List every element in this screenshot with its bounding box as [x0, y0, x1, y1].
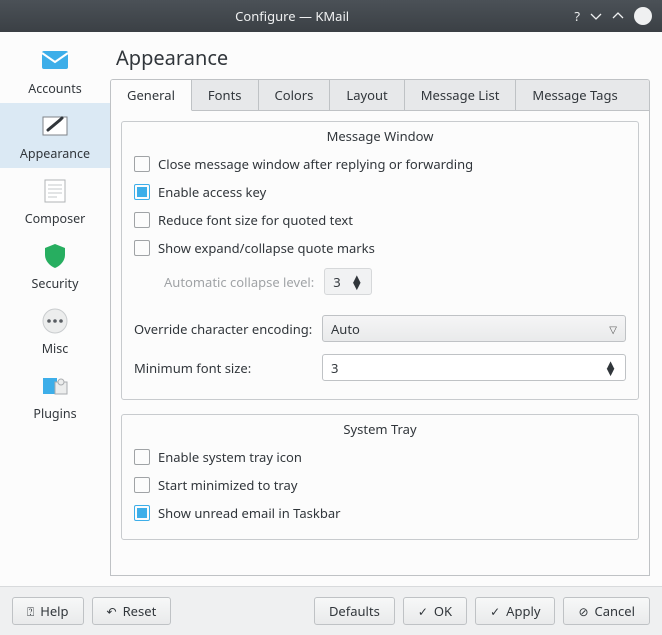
button-label: OK	[434, 602, 452, 620]
group-title: Message Window	[122, 127, 638, 145]
check-icon: ✓	[490, 603, 500, 620]
checkbox-label: Enable system tray icon	[158, 448, 302, 466]
help-icon: ⍰	[27, 603, 34, 620]
composer-icon	[38, 176, 72, 206]
sidebar-item-label: Accounts	[28, 80, 82, 97]
spinbox-value: 3	[331, 359, 338, 377]
undo-icon: ↶	[107, 603, 117, 620]
sidebar-item-label: Appearance	[20, 145, 90, 162]
button-label: Defaults	[329, 602, 380, 620]
button-label: Help	[40, 602, 68, 620]
checkbox[interactable]	[134, 449, 150, 465]
minimize-icon[interactable]	[590, 10, 602, 22]
checkbox-label: Close message window after replying or f…	[158, 155, 473, 173]
check-show-expand-collapse[interactable]: Show expand/collapse quote marks	[134, 234, 626, 262]
override-encoding-label: Override character encoding:	[134, 320, 314, 338]
auto-collapse-spinbox: 3 ▲▼	[324, 268, 372, 295]
sidebar-item-composer[interactable]: Composer	[0, 168, 110, 233]
plugins-icon	[38, 371, 72, 401]
cancel-button[interactable]: ⊘ Cancel	[563, 597, 650, 625]
sidebar-item-misc[interactable]: Misc	[0, 298, 110, 363]
checkbox[interactable]	[134, 156, 150, 172]
group-title: System Tray	[122, 420, 638, 438]
tab-general[interactable]: General	[111, 80, 192, 111]
cancel-icon: ⊘	[578, 603, 588, 620]
group-message-window: Message Window Close message window afte…	[121, 121, 639, 400]
dialog-footer: ⍰ Help ↶ Reset Defaults ✓ OK ✓ Apply ⊘ C…	[0, 586, 662, 635]
checkbox-label: Start minimized to tray	[158, 476, 297, 494]
sidebar-item-accounts[interactable]: Accounts	[0, 38, 110, 103]
button-label: Cancel	[595, 602, 635, 620]
spin-buttons[interactable]: ▲▼	[604, 361, 617, 375]
checkbox[interactable]	[134, 240, 150, 256]
help-button[interactable]: ⍰ Help	[12, 597, 84, 625]
sidebar-item-label: Misc	[42, 340, 69, 357]
dots-icon	[38, 306, 72, 336]
sidebar-item-plugins[interactable]: Plugins	[0, 363, 110, 428]
spin-buttons: ▲▼	[350, 275, 363, 289]
sidebar-item-label: Composer	[25, 210, 86, 227]
override-encoding-combo[interactable]: Auto ▽	[322, 315, 626, 342]
tab-message-list[interactable]: Message List	[405, 80, 517, 111]
maximize-icon[interactable]	[612, 10, 624, 22]
chevron-down-icon: ▽	[609, 322, 617, 336]
check-show-unread-taskbar[interactable]: Show unread email in Taskbar	[134, 499, 626, 527]
check-start-minimized[interactable]: Start minimized to tray	[134, 471, 626, 499]
auto-collapse-label: Automatic collapse level:	[164, 273, 314, 291]
min-font-size-label: Minimum font size:	[134, 359, 314, 377]
tab-colors[interactable]: Colors	[259, 80, 331, 111]
row-min-font-size: Minimum font size: 3 ▲▼	[134, 348, 626, 387]
sidebar-item-label: Security	[32, 275, 79, 292]
sidebar-item-label: Plugins	[33, 405, 76, 422]
tab-page-general: Message Window Close message window afte…	[110, 111, 650, 576]
tab-message-tags[interactable]: Message Tags	[516, 80, 649, 111]
content-area: Appearance General Fonts Colors Layout M…	[110, 32, 662, 586]
page-title: Appearance	[116, 44, 650, 71]
sidebar-item-appearance[interactable]: Appearance	[0, 103, 110, 168]
checkbox-label: Reduce font size for quoted text	[158, 211, 353, 229]
apply-button[interactable]: ✓ Apply	[475, 597, 555, 625]
row-override-encoding: Override character encoding: Auto ▽	[134, 309, 626, 348]
checkbox[interactable]	[134, 184, 150, 200]
min-font-size-spinbox[interactable]: 3 ▲▼	[322, 354, 626, 381]
check-reduce-font[interactable]: Reduce font size for quoted text	[134, 206, 626, 234]
sidebar: Accounts Appearance Composer Security Mi…	[0, 32, 110, 586]
checkbox-label: Show expand/collapse quote marks	[158, 239, 375, 257]
spinbox-value: 3	[333, 273, 340, 291]
close-icon[interactable]: ✕	[634, 7, 652, 25]
tab-layout[interactable]: Layout	[330, 80, 404, 111]
button-label: Apply	[506, 602, 540, 620]
check-enable-access-key[interactable]: Enable access key	[134, 178, 626, 206]
checkbox-label: Show unread email in Taskbar	[158, 504, 341, 522]
check-icon: ✓	[418, 603, 428, 620]
mail-icon	[38, 46, 72, 76]
appearance-icon	[38, 111, 72, 141]
sidebar-item-security[interactable]: Security	[0, 233, 110, 298]
checkbox[interactable]	[134, 505, 150, 521]
button-label: Reset	[123, 602, 157, 620]
defaults-button[interactable]: Defaults	[314, 597, 395, 625]
ok-button[interactable]: ✓ OK	[403, 597, 467, 625]
check-enable-tray-icon[interactable]: Enable system tray icon	[134, 443, 626, 471]
group-system-tray: System Tray Enable system tray icon Star…	[121, 414, 639, 540]
check-close-after-reply[interactable]: Close message window after replying or f…	[134, 150, 626, 178]
help-icon[interactable]: ?	[574, 7, 580, 25]
titlebar: Configure — KMail ? ✕	[0, 0, 662, 32]
reset-button[interactable]: ↶ Reset	[92, 597, 172, 625]
checkbox[interactable]	[134, 212, 150, 228]
combo-value: Auto	[331, 320, 360, 338]
checkbox[interactable]	[134, 477, 150, 493]
checkbox-label: Enable access key	[158, 183, 266, 201]
shield-icon	[38, 241, 72, 271]
row-auto-collapse-level: Automatic collapse level: 3 ▲▼	[134, 262, 626, 299]
tab-bar: General Fonts Colors Layout Message List…	[110, 79, 650, 111]
window-title: Configure — KMail	[10, 7, 574, 25]
tab-fonts[interactable]: Fonts	[192, 80, 259, 111]
